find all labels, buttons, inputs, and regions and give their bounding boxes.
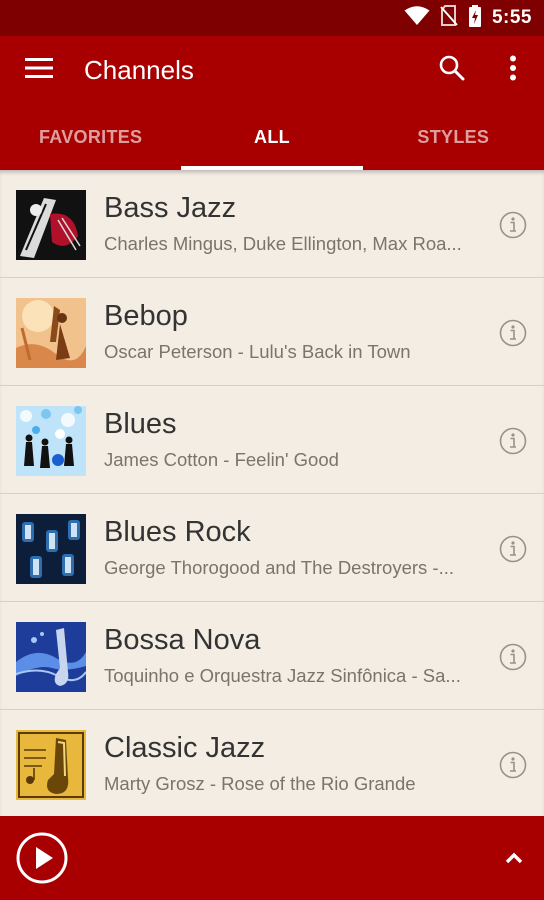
channel-row-classic-jazz[interactable]: Classic Jazz Marty Grosz - Rose of the R… [0, 710, 544, 816]
channel-row-bass-jazz[interactable]: Bass Jazz Charles Mingus, Duke Ellington… [0, 170, 544, 278]
channel-thumbnail [16, 406, 86, 476]
channel-info-button[interactable] [499, 751, 527, 779]
channel-info-button[interactable] [499, 427, 527, 455]
channel-thumbnail [16, 190, 86, 260]
channel-name: Classic Jazz [104, 732, 266, 764]
menu-button[interactable] [18, 50, 60, 90]
channel-info-button[interactable] [499, 643, 527, 671]
tab-bar: FAVORITES ALL STYLES [0, 104, 544, 170]
tab-styles[interactable]: STYLES [363, 104, 544, 170]
info-icon [499, 643, 527, 675]
channel-now-playing: George Thorogood and The Destroyers -... [104, 557, 454, 578]
channel-now-playing: Marty Grosz - Rose of the Rio Grande [104, 773, 416, 794]
no-sim-icon [440, 4, 458, 32]
info-icon [499, 427, 527, 459]
status-icons: 5:55 [404, 0, 532, 36]
app-bar: Channels FAVORITES ALL STYLES [0, 36, 544, 170]
channel-list: Bass Jazz Charles Mingus, Duke Ellington… [0, 170, 544, 816]
channel-now-playing: Toquinho e Orquestra Jazz Sinfônica - Sa… [104, 665, 461, 686]
mini-player [0, 816, 544, 900]
more-vert-icon [509, 55, 517, 86]
info-icon [499, 535, 527, 567]
channel-name: Bossa Nova [104, 624, 261, 656]
channel-row-blues-rock[interactable]: Blues Rock George Thorogood and The Dest… [0, 494, 544, 602]
page-title: Channels [84, 55, 194, 85]
info-icon [499, 751, 527, 783]
more-options-button[interactable] [494, 50, 532, 90]
status-bar: 5:55 [0, 0, 544, 36]
chevron-up-icon [500, 852, 528, 872]
channel-name: Blues Rock [104, 516, 251, 548]
channel-thumbnail [16, 622, 86, 692]
channel-thumbnail [16, 730, 86, 800]
menu-icon [25, 57, 53, 83]
channel-row-blues[interactable]: Blues James Cotton - Feelin' Good [0, 386, 544, 494]
channel-info-button[interactable] [499, 211, 527, 239]
channel-now-playing: Charles Mingus, Duke Ellington, Max Roa.… [104, 233, 462, 254]
status-time: 5:55 [491, 7, 532, 28]
channel-row-bebop[interactable]: Bebop Oscar Peterson - Lulu's Back in To… [0, 278, 544, 386]
info-icon [499, 211, 527, 243]
channel-info-button[interactable] [499, 535, 527, 563]
channel-thumbnail [16, 298, 86, 368]
tab-favorites[interactable]: FAVORITES [0, 104, 181, 170]
channel-now-playing: James Cotton - Feelin' Good [104, 449, 339, 470]
channel-now-playing: Oscar Peterson - Lulu's Back in Town [104, 341, 411, 362]
channel-name: Bebop [104, 300, 188, 332]
channel-name: Blues [104, 408, 177, 440]
play-button[interactable] [16, 832, 68, 884]
channel-row-bossa-nova[interactable]: Bossa Nova Toquinho e Orquestra Jazz Sin… [0, 602, 544, 710]
play-icon [16, 832, 68, 888]
search-button[interactable] [432, 50, 472, 90]
expand-player-button[interactable] [500, 848, 528, 868]
battery-charging-icon [468, 4, 482, 32]
toolbar: Channels [0, 36, 544, 104]
search-icon [439, 55, 465, 86]
wifi-icon [404, 5, 430, 31]
channel-thumbnail [16, 514, 86, 584]
channel-info-button[interactable] [499, 319, 527, 347]
tab-all[interactable]: ALL [181, 104, 363, 170]
channel-name: Bass Jazz [104, 192, 237, 224]
info-icon [499, 319, 527, 351]
